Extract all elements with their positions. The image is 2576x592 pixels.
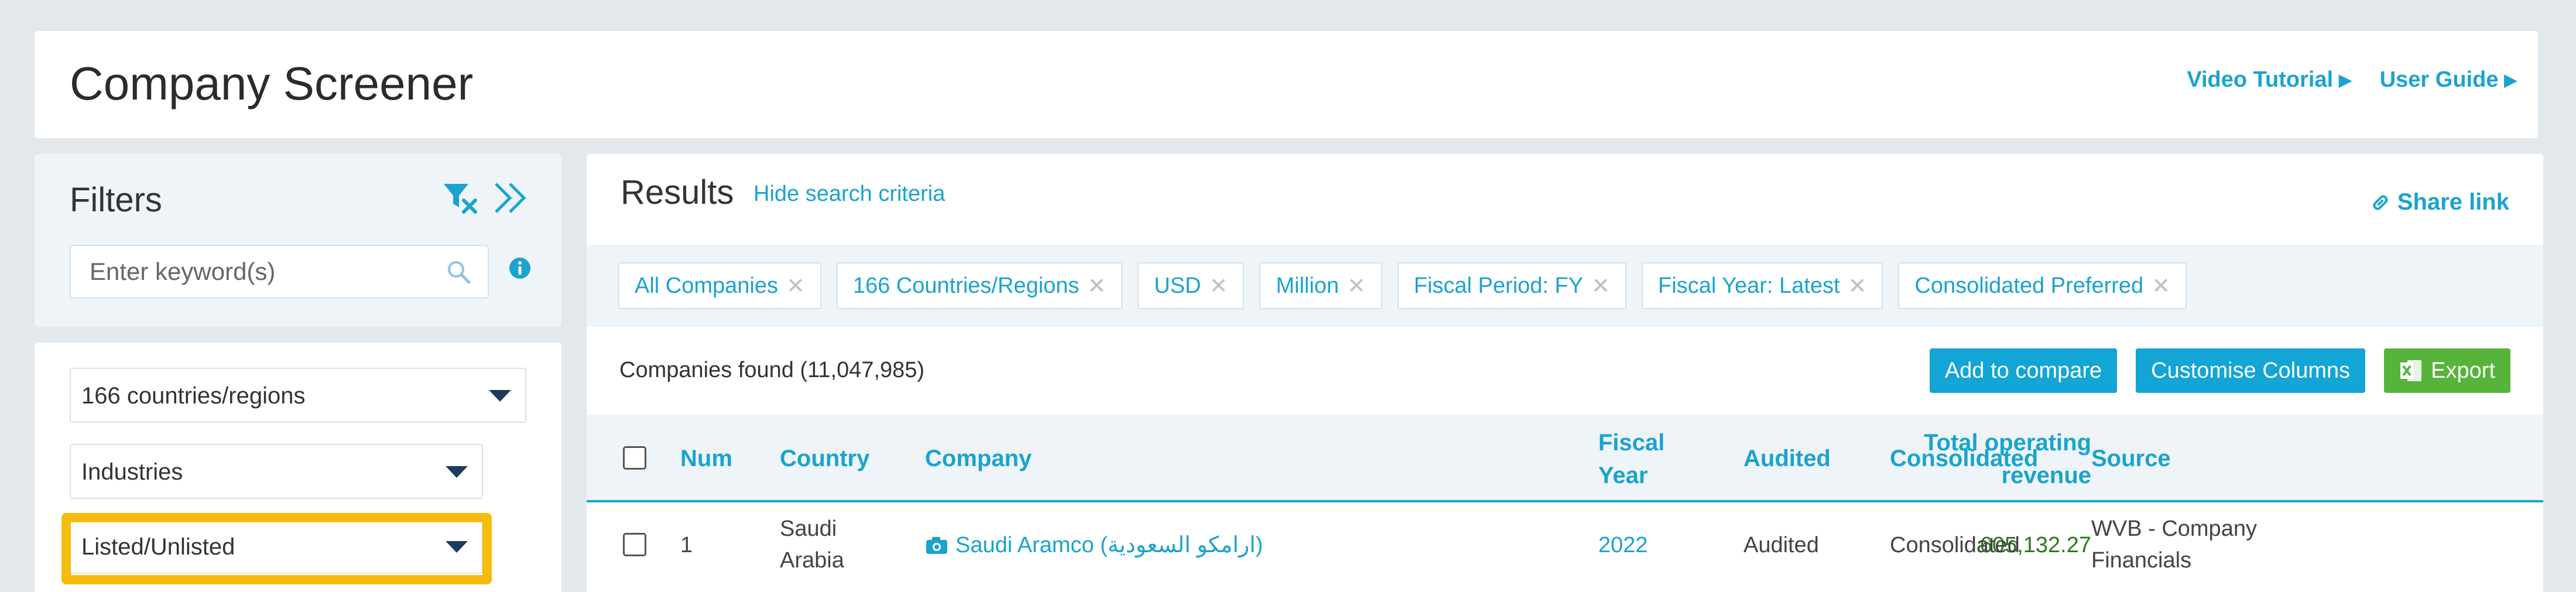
hide-search-criteria-link[interactable]: Hide search criteria — [753, 182, 945, 207]
share-link[interactable]: Share link — [2371, 189, 2509, 215]
link-icon — [2373, 194, 2388, 210]
cell-country-line1: Saudi — [780, 516, 837, 541]
chip-label: USD — [1154, 273, 1201, 298]
caret-down-icon — [446, 466, 468, 478]
cell-country-line2: Arabia — [780, 548, 844, 573]
video-tutorial-link[interactable]: Video Tutorial ▶ — [2187, 67, 2351, 93]
header-card: Company Screener Video Tutorial ▶ User G… — [35, 31, 2538, 138]
export-label: Export — [2431, 358, 2495, 383]
criteria-chips: All Companies ✕ 166 Countries/Regions ✕ US… — [618, 262, 2187, 309]
row-checkbox[interactable] — [623, 533, 646, 556]
column-header-fiscal-line1: Fiscal — [1598, 430, 1665, 456]
page-title: Company Screener — [70, 57, 474, 109]
table-row: 1 Saudi Arabia Saudi Aramco (ارامكو السع… — [587, 505, 2543, 587]
play-arrow-icon: ▶ — [2504, 71, 2517, 89]
keyword-input[interactable] — [90, 255, 429, 288]
chip-label: All Companies — [635, 273, 778, 298]
criteria-chip: Consolidated Preferred ✕ — [1898, 262, 2187, 309]
add-to-compare-button[interactable]: Add to compare — [1929, 348, 2118, 393]
column-header-audited[interactable]: Audited — [1743, 442, 1831, 475]
cell-source-line1: WVB - Company — [2091, 516, 2257, 541]
highlight-outline — [61, 513, 492, 584]
industries-dropdown-label: Industries — [81, 459, 183, 485]
chip-label: 166 Countries/Regions — [852, 273, 1080, 298]
column-header-fiscal-year[interactable]: Fiscal Year — [1598, 426, 1664, 492]
criteria-chip: USD ✕ — [1138, 262, 1245, 309]
video-tutorial-label: Video Tutorial — [2187, 67, 2334, 92]
clear-filters-icon[interactable] — [443, 182, 478, 214]
column-header-company[interactable]: Company — [925, 442, 1032, 475]
cell-source-line2: Financials — [2091, 548, 2192, 573]
share-link-label: Share link — [2397, 189, 2509, 215]
close-icon[interactable]: ✕ — [1087, 273, 1106, 299]
close-icon[interactable]: ✕ — [2152, 273, 2170, 299]
customise-columns-button[interactable]: Customise Columns — [2136, 348, 2366, 393]
industries-dropdown[interactable]: Industries — [70, 444, 483, 499]
column-header-consolidated[interactable]: Consolidated — [1890, 442, 2038, 475]
chip-label: Fiscal Period: FY — [1413, 273, 1584, 298]
table-header: Num Country Company Total operating reve… — [587, 415, 2543, 502]
keyword-search-box — [70, 245, 489, 299]
chip-label: Million — [1276, 273, 1340, 298]
filters-panel: Filters — [35, 154, 561, 327]
close-icon[interactable]: ✕ — [786, 273, 805, 299]
criteria-chip: Fiscal Year: Latest ✕ — [1642, 262, 1883, 309]
countries-dropdown-label: 166 countries/regions — [81, 383, 306, 409]
header-links: Video Tutorial ▶ User Guide ▶ — [2187, 67, 2517, 93]
chip-label: Fiscal Year: Latest — [1658, 273, 1840, 298]
excel-icon — [2400, 360, 2422, 381]
search-icon[interactable] — [446, 259, 471, 285]
user-guide-label: User Guide — [2379, 67, 2499, 92]
user-guide-link[interactable]: User Guide ▶ — [2380, 67, 2517, 93]
cell-fiscal-year-link[interactable]: 2022 — [1598, 529, 1648, 561]
play-arrow-icon: ▶ — [2339, 71, 2352, 89]
expand-panel-icon[interactable] — [492, 180, 529, 215]
results-panel: Results Hide search criteria Share link … — [587, 154, 2543, 592]
cell-company-link[interactable]: Saudi Aramco (ارامكو السعودية) — [925, 529, 1263, 561]
cell-num: 1 — [680, 533, 693, 557]
caret-down-icon — [489, 390, 511, 402]
info-icon[interactable] — [509, 257, 531, 279]
cell-audited: Audited — [1743, 533, 1819, 557]
column-header-fiscal-line2: Year — [1598, 463, 1648, 488]
column-header-num[interactable]: Num — [680, 442, 732, 475]
column-header-source[interactable]: Source — [2091, 442, 2171, 475]
close-icon[interactable]: ✕ — [1210, 273, 1228, 299]
countries-dropdown[interactable]: 166 countries/regions — [70, 368, 526, 423]
criteria-chip: Million ✕ — [1259, 262, 1382, 309]
criteria-chips-band: All Companies ✕ 166 Countries/Regions ✕ US… — [587, 245, 2543, 327]
results-title: Results — [621, 173, 734, 211]
close-icon[interactable]: ✕ — [1848, 273, 1867, 299]
close-icon[interactable]: ✕ — [1347, 273, 1366, 299]
results-actions: Add to compare Customise Columns Export — [1929, 348, 2510, 393]
column-header-country[interactable]: Country — [780, 442, 869, 475]
criteria-chip: 166 Countries/Regions ✕ — [836, 262, 1123, 309]
companies-found-count: Companies found (11,047,985) — [619, 358, 925, 382]
cell-consolidated: Consolidated — [1890, 533, 2020, 557]
chip-label: Consolidated Preferred — [1914, 273, 2144, 298]
cell-country: Saudi Arabia — [780, 513, 844, 576]
cell-source: WVB - Company Financials — [2091, 513, 2257, 576]
camera-icon — [926, 537, 947, 554]
export-button[interactable]: Export — [2384, 348, 2510, 393]
criteria-chip: Fiscal Period: FY ✕ — [1397, 262, 1627, 309]
select-all-checkbox[interactable] — [623, 446, 646, 470]
close-icon[interactable]: ✕ — [1591, 273, 1610, 299]
filters-title: Filters — [70, 181, 162, 219]
cell-company-label: Saudi Aramco (ارامكو السعودية) — [955, 533, 1263, 557]
criteria-chip: All Companies ✕ — [618, 262, 821, 309]
